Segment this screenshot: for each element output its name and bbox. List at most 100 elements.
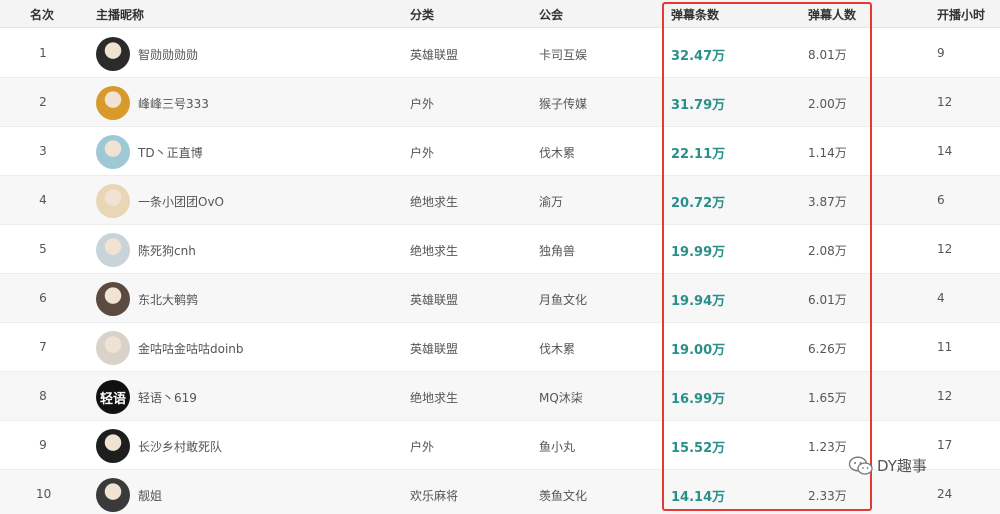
stream-hours: 24: [937, 487, 953, 501]
avatar[interactable]: [96, 184, 130, 218]
table-row[interactable]: 6 东北大鹌鹑 英雄联盟 月鱼文化 19.94万 6.01万 4: [0, 274, 1000, 323]
table-row[interactable]: 7 金咕咕金咕咕doinb 英雄联盟 伐木累 19.00万 6.26万 11: [0, 323, 1000, 372]
streamer-name[interactable]: 金咕咕金咕咕doinb: [138, 340, 244, 357]
rank-number: 4: [39, 193, 47, 207]
stream-hours: 12: [937, 242, 953, 256]
category[interactable]: 欢乐麻将: [410, 487, 458, 504]
guild: 卡司互娱: [539, 48, 588, 62]
watermark: DY趣事: [848, 455, 927, 476]
stream-hours: 11: [937, 340, 953, 354]
category[interactable]: 绝地求生: [410, 193, 458, 210]
danmaku-count: 14.14万: [671, 490, 726, 505]
guild: 月鱼文化: [539, 293, 588, 307]
danmaku-count: 31.79万: [671, 98, 726, 113]
header-category[interactable]: 分类: [410, 6, 434, 23]
category[interactable]: 绝地求生: [410, 389, 458, 406]
guild: 渝万: [539, 195, 564, 209]
stream-hours: 12: [937, 389, 953, 403]
avatar[interactable]: [96, 282, 130, 316]
stream-hours: 9: [937, 46, 945, 60]
streamer-name[interactable]: 长沙乡村敢死队: [138, 438, 222, 455]
table-row[interactable]: 2 峰峰三号333 户外 猴子传媒 31.79万 2.00万 12: [0, 78, 1000, 127]
streamer-name[interactable]: 智勋勋勋勋: [138, 46, 198, 63]
header-rank[interactable]: 名次: [30, 6, 54, 23]
category[interactable]: 英雄联盟: [410, 340, 458, 357]
danmaku-people: 8.01万: [808, 48, 847, 62]
category[interactable]: 英雄联盟: [410, 291, 458, 308]
danmaku-count: 19.00万: [671, 343, 726, 358]
streamer-name[interactable]: 轻语丶619: [138, 389, 197, 406]
guild: 独角兽: [539, 244, 576, 258]
header-danmaku-people[interactable]: 弹幕人数: [808, 6, 856, 23]
streamer-name[interactable]: 陈死狗cnh: [138, 242, 196, 259]
stream-hours: 17: [937, 438, 953, 452]
category[interactable]: 英雄联盟: [410, 46, 458, 63]
guild: MQ沐柒: [539, 391, 583, 405]
rank-number: 6: [39, 291, 47, 305]
danmaku-people: 1.23万: [808, 440, 847, 454]
avatar[interactable]: [96, 429, 130, 463]
danmaku-count: 22.11万: [671, 147, 726, 162]
table-row[interactable]: 3 TD丶正直博 户外 伐木累 22.11万 1.14万 14: [0, 127, 1000, 176]
danmaku-people: 2.08万: [808, 244, 847, 258]
avatar-label: 轻语: [99, 392, 126, 407]
danmaku-count: 32.47万: [671, 49, 726, 64]
rank-number: 1: [39, 46, 47, 60]
table-header: 名次 主播昵称 分类 公会 弹幕条数 弹幕人数 开播小时: [0, 0, 1000, 28]
avatar[interactable]: [96, 86, 130, 120]
stream-hours: 12: [937, 95, 953, 109]
guild: 鱼小丸: [539, 440, 576, 454]
header-hours[interactable]: 开播小时: [937, 6, 985, 23]
danmaku-count: 20.72万: [671, 196, 726, 211]
danmaku-count: 19.99万: [671, 245, 726, 260]
danmaku-people: 1.65万: [808, 391, 847, 405]
danmaku-count: 16.99万: [671, 392, 726, 407]
guild: 伐木累: [539, 342, 576, 356]
rank-number: 8: [39, 389, 47, 403]
danmaku-people: 2.33万: [808, 489, 847, 503]
avatar[interactable]: [96, 135, 130, 169]
streamer-name[interactable]: TD丶正直博: [138, 144, 203, 161]
streamer-name[interactable]: 峰峰三号333: [138, 95, 209, 112]
wechat-icon: [848, 456, 873, 475]
category[interactable]: 绝地求生: [410, 242, 458, 259]
streamer-name[interactable]: 东北大鹌鹑: [138, 291, 198, 308]
table-row[interactable]: 5 陈死狗cnh 绝地求生 独角兽 19.99万 2.08万 12: [0, 225, 1000, 274]
rank-number: 3: [39, 144, 47, 158]
rank-number: 7: [39, 340, 47, 354]
danmaku-count: 15.52万: [671, 441, 726, 456]
category[interactable]: 户外: [410, 95, 434, 112]
avatar[interactable]: [96, 331, 130, 365]
danmaku-people: 1.14万: [808, 146, 847, 160]
avatar[interactable]: [96, 233, 130, 267]
table-row[interactable]: 8 轻语 轻语丶619 绝地求生 MQ沐柒 16.99万 1.65万 12: [0, 372, 1000, 421]
guild: 猴子传媒: [539, 97, 588, 111]
danmaku-people: 6.26万: [808, 342, 847, 356]
rank-number: 10: [36, 487, 52, 501]
guild: 伐木累: [539, 146, 576, 160]
stream-hours: 14: [937, 144, 953, 158]
watermark-text: DY趣事: [877, 457, 927, 475]
avatar[interactable]: 轻语: [96, 380, 130, 414]
table-row[interactable]: 1 智勋勋勋勋 英雄联盟 卡司互娱 32.47万 8.01万 9: [0, 29, 1000, 78]
rank-number: 9: [39, 438, 47, 452]
stream-hours: 4: [937, 291, 945, 305]
danmaku-people: 2.00万: [808, 97, 847, 111]
rank-number: 5: [39, 242, 47, 256]
header-guild[interactable]: 公会: [539, 6, 563, 23]
avatar[interactable]: [96, 37, 130, 71]
danmaku-people: 6.01万: [808, 293, 847, 307]
danmaku-count: 19.94万: [671, 294, 726, 309]
danmaku-people: 3.87万: [808, 195, 847, 209]
category[interactable]: 户外: [410, 438, 434, 455]
table-row[interactable]: 10 靓姐 欢乐麻将 羡鱼文化 14.14万 2.33万 24: [0, 470, 1000, 514]
table-row[interactable]: 4 一条小团团OvO 绝地求生 渝万 20.72万 3.87万 6: [0, 176, 1000, 225]
avatar[interactable]: [96, 478, 130, 512]
streamer-name[interactable]: 靓姐: [138, 487, 162, 504]
header-name[interactable]: 主播昵称: [96, 6, 144, 23]
header-danmaku-count[interactable]: 弹幕条数: [671, 6, 719, 23]
ranking-table: 名次 主播昵称 分类 公会 弹幕条数 弹幕人数 开播小时 1 智勋勋勋勋 英雄联盟卡…: [0, 0, 1000, 514]
category[interactable]: 户外: [410, 144, 434, 161]
streamer-name[interactable]: 一条小团团OvO: [138, 193, 224, 210]
stream-hours: 6: [937, 193, 945, 207]
